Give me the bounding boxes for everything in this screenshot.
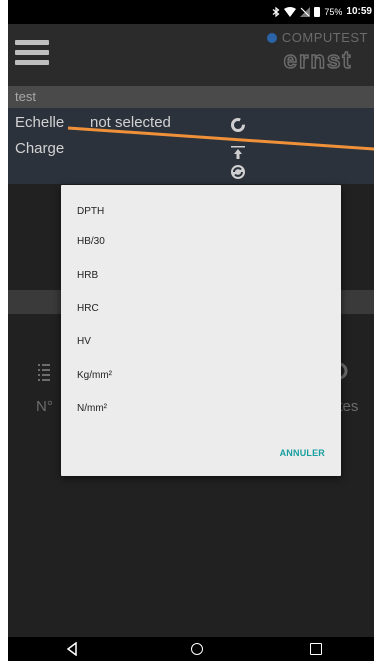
scale-label: Echelle: [15, 114, 65, 131]
dialog-item-nmm2[interactable]: N/mm²: [77, 403, 107, 414]
app-screen: 75% 10:59 COMPUTEST ernst test Echelle n…: [8, 0, 374, 661]
status-bar: 75% 10:59: [8, 0, 374, 24]
wifi-icon: [284, 6, 297, 17]
test-title-bar: test: [8, 86, 374, 108]
battery-percent: 75%: [324, 6, 343, 17]
recents-icon[interactable]: [310, 643, 322, 655]
dialog-item-hrb[interactable]: HRB: [77, 270, 98, 281]
dialog-item-hrc[interactable]: HRC: [77, 303, 99, 314]
number-label: N°: [36, 398, 53, 415]
navigation-bar: [8, 637, 374, 661]
brand: COMPUTEST ernst: [266, 30, 368, 78]
refresh-icon[interactable]: [230, 117, 246, 133]
dialog-item-hb30[interactable]: HB/30: [77, 236, 105, 247]
scale-value[interactable]: not selected: [90, 114, 171, 131]
app-header: COMPUTEST ernst: [8, 24, 374, 86]
svg-text:ernst: ernst: [284, 47, 353, 73]
sync-icon[interactable]: [230, 164, 246, 180]
charge-label: Charge: [15, 140, 65, 157]
cancel-button[interactable]: ANNULER: [280, 448, 325, 458]
dialog-item-kgmm2[interactable]: Kg/mm²: [77, 370, 112, 381]
no-signal-icon: [300, 6, 311, 17]
clock: 10:59: [346, 6, 372, 17]
bluetooth-icon: [273, 6, 280, 17]
parameters-panel: Echelle not selected Charge: [8, 108, 374, 184]
brand-dot-icon: [266, 32, 277, 43]
dialog-item-dpth[interactable]: DPTH: [77, 206, 104, 217]
scale-selection-dialog: DPTH HB/30 HRB HRC HV Kg/mm² N/mm² ANNUL…: [61, 185, 341, 476]
brand-name: COMPUTEST: [281, 30, 368, 45]
battery-icon: [314, 6, 321, 17]
list-icon[interactable]: [38, 364, 50, 384]
status-icons: 75% 10:59: [272, 6, 372, 17]
dialog-item-hv[interactable]: HV: [77, 336, 91, 347]
hamburger-icon[interactable]: [15, 40, 49, 66]
back-icon[interactable]: [66, 642, 78, 656]
home-icon[interactable]: [191, 643, 203, 655]
upload-icon[interactable]: [231, 144, 245, 160]
ernst-logo: ernst: [283, 46, 353, 75]
